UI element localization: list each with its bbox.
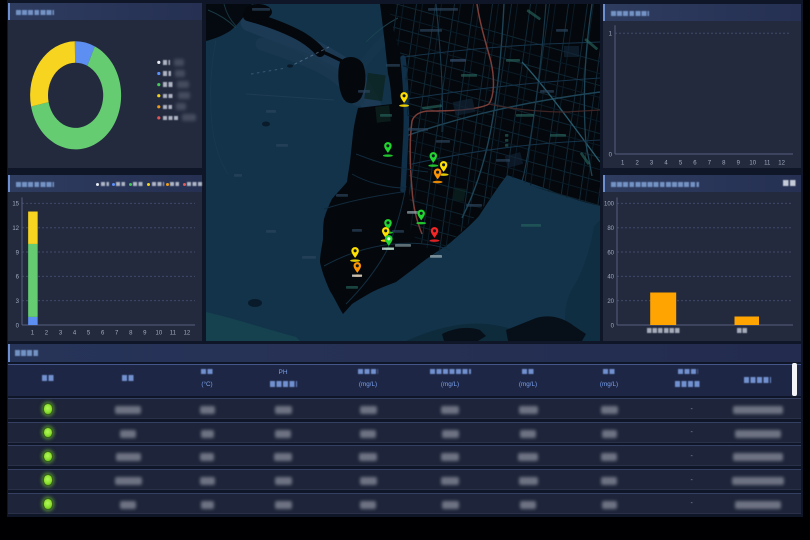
svg-text:12: 12 [12,226,19,232]
svg-text:4: 4 [664,161,668,167]
svg-text:2: 2 [635,161,639,167]
svg-text:11: 11 [764,161,771,167]
svg-text:10: 10 [749,161,756,167]
svg-text:7: 7 [115,331,119,337]
svg-text:15: 15 [12,202,19,208]
svg-text:3: 3 [650,161,654,167]
svg-text:100: 100 [604,202,615,208]
svg-text:10: 10 [156,331,163,337]
svg-text:1: 1 [31,331,35,337]
svg-text:12: 12 [778,161,785,167]
svg-text:0: 0 [611,323,615,329]
svg-text:40: 40 [607,275,614,281]
svg-text:1: 1 [609,32,613,38]
svg-text:0: 0 [609,152,613,158]
svg-text:5: 5 [679,161,683,167]
svg-text:80: 80 [607,226,614,232]
svg-text:20: 20 [607,299,614,305]
svg-text:11: 11 [170,331,177,337]
svg-text:9: 9 [737,161,741,167]
svg-text:8: 8 [722,161,726,167]
svg-text:5: 5 [87,331,91,337]
svg-text:0: 0 [16,323,20,329]
svg-text:3: 3 [59,331,63,337]
svg-text:1: 1 [621,161,625,167]
svg-text:8: 8 [129,331,133,337]
svg-text:6: 6 [16,275,20,281]
svg-text:2: 2 [45,331,49,337]
svg-text:9: 9 [16,250,20,256]
svg-text:6: 6 [101,331,105,337]
svg-text:7: 7 [708,161,712,167]
svg-text:6: 6 [693,161,697,167]
svg-text:60: 60 [607,250,614,256]
svg-text:4: 4 [73,331,77,337]
svg-text:9: 9 [143,331,147,337]
svg-text:3: 3 [16,299,20,305]
svg-text:12: 12 [184,331,191,337]
